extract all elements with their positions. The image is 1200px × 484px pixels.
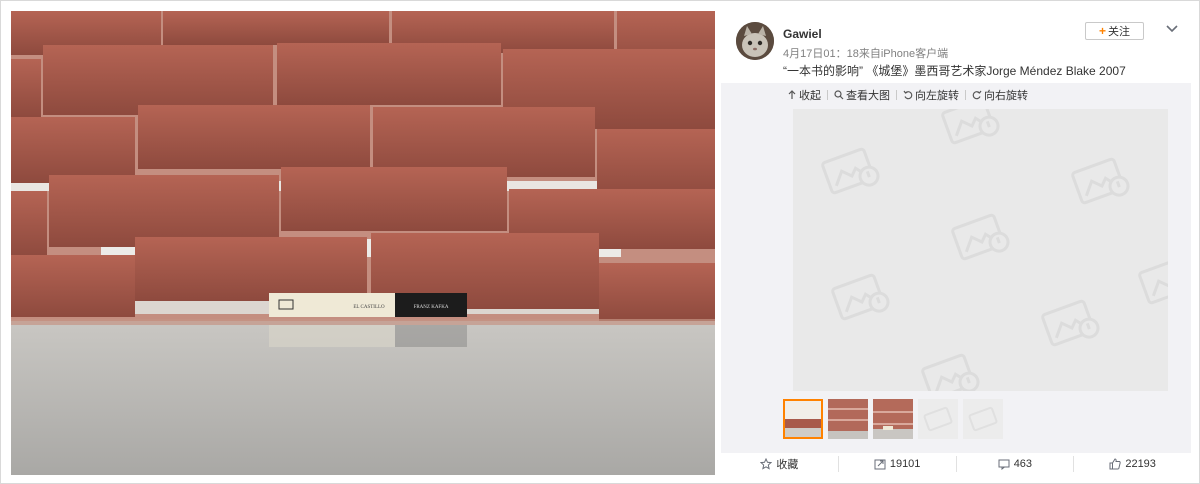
rotate-left-button[interactable]: 向左旋转 — [899, 87, 963, 103]
plus-icon: + — [1098, 24, 1106, 38]
thumbnail-1[interactable] — [783, 399, 823, 439]
repost-button[interactable]: 19101 — [839, 456, 957, 472]
like-icon — [1109, 458, 1121, 470]
post-panel: Gawiel 4月17日01：18来自iPhone客户端 “一本书的影响” 《城… — [721, 11, 1191, 475]
thumbnail-strip — [783, 399, 1008, 439]
image-gallery: 收起 查看大图 向左旋转 向右旋转 — [721, 83, 1191, 453]
divider — [827, 90, 828, 100]
search-icon — [834, 90, 844, 100]
post-meta: 4月17日01：18来自iPhone客户端 — [783, 48, 949, 60]
image-preview[interactable] — [793, 109, 1168, 391]
book-title-left: EL CASTILLO — [353, 305, 385, 310]
like-count: 22193 — [1125, 458, 1156, 470]
cat-avatar-icon — [736, 22, 774, 60]
follow-button[interactable]: + 关注 — [1085, 22, 1144, 40]
repost-count: 19101 — [889, 458, 921, 470]
image-placeholder-icon — [820, 109, 1168, 391]
comment-icon — [998, 459, 1010, 470]
rotate-right-icon — [972, 90, 982, 100]
thumbnail-2[interactable] — [828, 399, 868, 439]
like-button[interactable]: 22193 — [1074, 456, 1191, 472]
follow-label: 关注 — [1108, 26, 1130, 38]
upload-icon — [788, 90, 796, 99]
weibo-photo-viewer: EL CASTILLO FRANZ KAFKA Gawiel 4月17日01：1… — [0, 0, 1200, 484]
share-icon — [874, 459, 886, 470]
comment-count: 463 — [1013, 458, 1033, 470]
star-icon — [760, 458, 773, 470]
book-title-right: FRANZ KAFKA — [414, 305, 449, 310]
divider — [896, 90, 897, 100]
view-large-button[interactable]: 查看大图 — [830, 87, 894, 103]
rotate-right-label: 向右旋转 — [984, 90, 1028, 102]
rotate-right-button[interactable]: 向右旋转 — [968, 87, 1032, 103]
username[interactable]: Gawiel — [783, 27, 822, 41]
image-toolbar: 收起 查看大图 向左旋转 向右旋转 — [783, 88, 1032, 102]
brick-wall-photo: EL CASTILLO FRANZ KAFKA — [11, 11, 715, 475]
favorite-button[interactable]: 收藏 — [721, 456, 839, 472]
action-bar: 收藏 19101 463 22193 — [721, 453, 1191, 475]
rotate-left-icon — [903, 90, 913, 100]
rotate-left-label: 向左旋转 — [915, 90, 959, 102]
main-photo[interactable]: EL CASTILLO FRANZ KAFKA — [11, 11, 715, 475]
thumbnail-3[interactable] — [873, 399, 913, 439]
view-large-label: 查看大图 — [846, 90, 890, 102]
thumbnail-5[interactable] — [963, 399, 1003, 439]
collapse-label: 收起 — [799, 90, 821, 102]
post-text: “一本书的影响” 《城堡》墨西哥艺术家Jorge Méndez Blake 20… — [783, 64, 1126, 78]
divider — [965, 90, 966, 100]
avatar[interactable] — [736, 22, 774, 60]
collapse-button[interactable]: 收起 — [783, 87, 825, 103]
favorite-label: 收藏 — [776, 459, 799, 471]
thumbnail-4[interactable] — [918, 399, 958, 439]
comment-button[interactable]: 463 — [957, 456, 1075, 472]
chevron-down-icon[interactable] — [1164, 20, 1180, 36]
